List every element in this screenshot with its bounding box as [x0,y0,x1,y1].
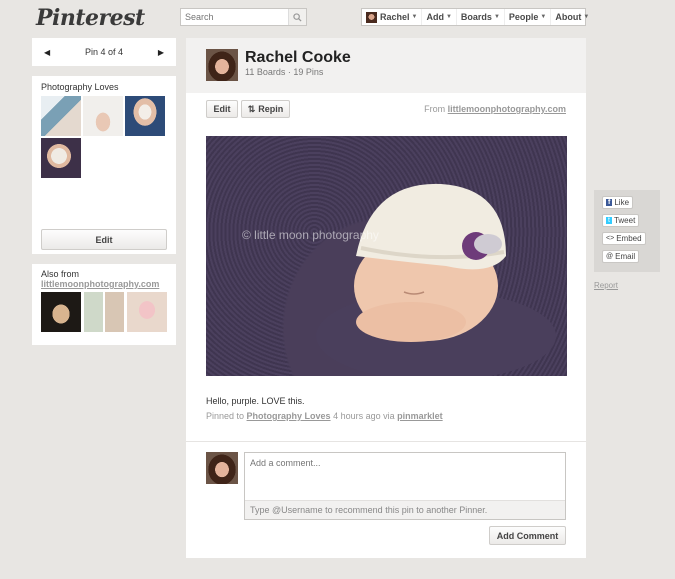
also-from-title: Also from [41,269,80,279]
also-from-link[interactable]: littlemoonphotography.com [41,279,167,289]
embed-label: Embed [616,234,642,243]
facebook-icon: f [606,199,613,206]
nav-boards-menu[interactable]: Boards ▼ [457,9,505,25]
repin-button[interactable]: ⇅ Repin [241,100,290,118]
report-link[interactable]: Report [594,281,618,290]
embed-button[interactable]: <> Embed [602,232,646,245]
source-link[interactable]: littlemoonphotography.com [448,104,566,114]
code-icon: <> [606,235,615,242]
nav-people-menu[interactable]: People ▼ [505,9,552,25]
email-button[interactable]: @ Email [602,250,640,263]
also-from-panel: Also from littlemoonphotography.com [32,264,176,345]
chevron-down-icon: ▼ [540,14,547,20]
pinned-time: 4 hours ago via [333,411,395,421]
board-thumbnail[interactable] [83,96,123,136]
nav-about-menu[interactable]: About ▼ [551,9,593,25]
also-from-thumbnails [41,292,167,332]
pinned-board-link[interactable]: Photography Loves [247,411,331,421]
comment-hint: Type @Username to recommend this pin to … [245,500,565,519]
search-icon[interactable] [288,9,306,25]
pinned-via-link[interactable]: pinmarklet [397,411,443,421]
avatar[interactable] [206,49,238,81]
add-comment-button[interactable]: Add Comment [489,526,566,545]
edit-pin-button[interactable]: Edit [206,100,238,118]
nav-about-label: About [555,12,582,22]
share-widget: f Like t Tweet <> Embed @ Email [594,190,660,272]
also-from-thumbnail[interactable] [84,292,124,332]
like-label: Like [614,198,630,207]
photo-watermark: © little moon photography [242,228,379,242]
next-pin-arrow-icon[interactable]: ▶ [158,48,164,57]
nav-people-label: People [508,12,539,22]
previous-pin-arrow-icon[interactable]: ◀ [44,48,50,57]
profile-name[interactable]: Rachel Cooke [245,49,351,67]
board-thumbnail[interactable] [41,138,81,178]
board-panel: Photography Loves Edit [32,76,176,254]
divider [186,441,586,442]
also-from-thumbnail[interactable] [127,292,167,332]
comment-input[interactable] [245,453,565,501]
pager-label: Pin 4 of 4 [84,47,124,57]
twitter-icon: t [606,217,612,224]
edit-board-button[interactable]: Edit [41,229,167,250]
pinterest-logo[interactable]: Pinterest [36,5,145,31]
nav-user-menu[interactable]: Rachel ▼ [362,9,423,25]
nav-boards-label: Boards [460,12,492,22]
board-title[interactable]: Photography Loves [41,82,167,92]
search-bar [180,8,307,26]
pin-caption: Hello, purple. LOVE this. [206,396,305,406]
pin-image[interactable]: © little moon photography [206,136,567,376]
nav-user-label: Rachel [380,12,410,22]
tweet-label: Tweet [613,216,636,225]
tweet-button[interactable]: t Tweet [602,214,640,227]
email-label: Email [615,252,636,261]
also-from-thumbnail[interactable] [41,292,81,332]
top-nav: Rachel ▼ Add ▼ Boards ▼ People ▼ About ▼ [361,8,589,26]
email-icon: @ [606,253,614,260]
board-thumbnail[interactable] [125,96,165,136]
pin-pager: ◀ Pin 4 of 4 ▶ [32,38,176,66]
pin-source: From littlemoonphotography.com [424,104,566,114]
nav-add-label: Add [426,12,444,22]
board-thumbnails [41,96,167,178]
facebook-like-button[interactable]: f Like [602,196,634,209]
comment-box: Type @Username to recommend this pin to … [244,452,566,520]
chevron-down-icon: ▼ [493,14,500,20]
pin-detail: Rachel Cooke 11 Boards · 19 Pins Edit ⇅ R… [186,38,586,558]
pin-icon: ⇅ [247,103,256,114]
chevron-down-icon: ▼ [583,14,590,20]
board-thumbnail[interactable] [41,96,81,136]
source-prefix: From [424,104,446,114]
search-input[interactable] [181,9,288,25]
repin-label: Repin [258,104,284,114]
pinned-prefix: Pinned to [206,411,245,421]
profile-stats: 11 Boards · 19 Pins [245,67,324,77]
avatar [206,452,238,484]
nav-add-menu[interactable]: Add ▼ [422,9,457,25]
baby-photo-illustration [316,183,556,376]
pin-owner-header: Rachel Cooke 11 Boards · 19 Pins [186,38,586,93]
chevron-down-icon: ▼ [411,14,418,20]
chevron-down-icon: ▼ [445,14,452,20]
avatar [366,11,377,23]
pinned-meta: Pinned to Photography Loves 4 hours ago … [206,411,443,421]
